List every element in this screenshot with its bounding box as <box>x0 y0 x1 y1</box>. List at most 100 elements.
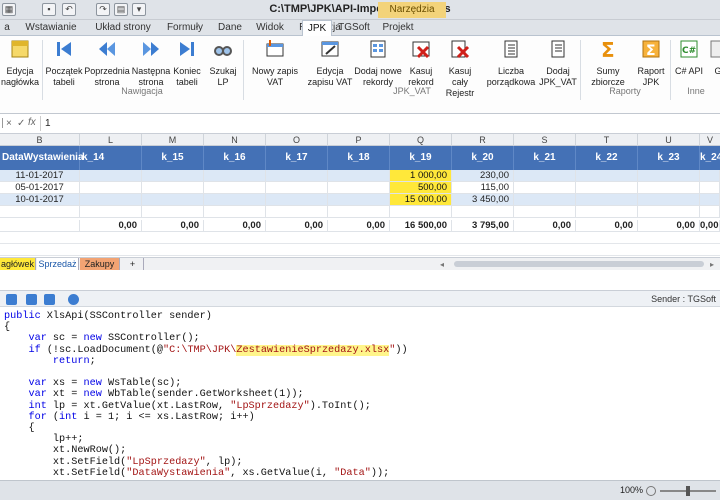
add-jpk-button[interactable]: Dodaj JPK_VAT <box>538 38 578 88</box>
jpk-report-button[interactable]: Σ Raport JPK <box>634 38 668 88</box>
tab-page-layout[interactable]: Układ strony <box>88 20 158 36</box>
column-letter[interactable]: P <box>328 134 390 146</box>
header-cell[interactable]: k_17 <box>266 146 328 170</box>
first-page-button[interactable]: Początek tabeli <box>44 38 84 88</box>
column-letter[interactable]: U <box>638 134 700 146</box>
table-cell[interactable] <box>0 206 80 218</box>
tab-home[interactable]: a <box>0 20 14 36</box>
table-cell[interactable] <box>638 182 700 194</box>
table-cell[interactable] <box>204 182 266 194</box>
table-cell[interactable] <box>576 206 638 218</box>
tab-tgsoft[interactable]: TGSoft <box>334 20 374 36</box>
column-letter[interactable]: O <box>266 134 328 146</box>
column-letter[interactable]: T <box>576 134 638 146</box>
scroll-left-icon[interactable]: ◂ <box>440 260 446 269</box>
totals-button[interactable]: Σ Sumy zbiorcze <box>582 38 634 88</box>
table-cell[interactable] <box>638 170 700 182</box>
header-cell[interactable]: k_21 <box>514 146 576 170</box>
table-cell[interactable]: 15 000,00 <box>390 194 452 206</box>
table-cell[interactable]: 0,00 <box>204 220 266 232</box>
table-cell[interactable] <box>266 182 328 194</box>
table-cell[interactable]: 3 795,00 <box>452 220 514 232</box>
table-cell[interactable] <box>576 182 638 194</box>
table-cell[interactable] <box>80 206 142 218</box>
table-cell[interactable]: 0,00 <box>514 220 576 232</box>
table-cell[interactable] <box>638 194 700 206</box>
header-cell[interactable]: k_20 <box>452 146 514 170</box>
table-cell[interactable] <box>328 194 390 206</box>
table-cell[interactable] <box>142 170 204 182</box>
add-records-button[interactable]: Dodaj nowe rekordy <box>354 38 402 88</box>
next-page-button[interactable]: Następna strona <box>130 38 172 88</box>
table-cell[interactable] <box>328 170 390 182</box>
horizontal-scrollbar[interactable] <box>454 261 704 267</box>
sheet-tab-purchases[interactable]: Zakupy <box>80 258 120 270</box>
prev-page-button[interactable]: Poprzednia strona <box>84 38 130 88</box>
scroll-right-icon[interactable]: ▸ <box>710 260 716 269</box>
table-cell[interactable] <box>576 170 638 182</box>
header-cell[interactable]: k_23 <box>638 146 700 170</box>
table-cell[interactable] <box>142 182 204 194</box>
table-cell[interactable] <box>80 182 142 194</box>
column-letter[interactable]: S <box>514 134 576 146</box>
table-cell[interactable] <box>514 182 576 194</box>
tab-insert[interactable]: Wstawianie <box>16 20 86 36</box>
column-letter[interactable]: Q <box>390 134 452 146</box>
sheet-tab-sales[interactable]: Sprzedaż <box>37 258 79 270</box>
table-cell[interactable] <box>700 182 720 194</box>
table-cell[interactable] <box>452 206 514 218</box>
table-cell[interactable] <box>204 194 266 206</box>
table-cell[interactable]: 230,00 <box>452 170 514 182</box>
table-cell[interactable] <box>700 170 720 182</box>
sheet-tab-header[interactable]: agłówek <box>0 258 36 270</box>
code-editor[interactable]: public XlsApi(SSController sender){ var … <box>0 307 720 480</box>
table-cell[interactable] <box>328 206 390 218</box>
table-cell[interactable]: 0,00 <box>638 220 700 232</box>
table-cell[interactable]: 3 450,00 <box>452 194 514 206</box>
table-cell[interactable]: 0,00 <box>328 220 390 232</box>
new-vat-button[interactable]: Nowy zapis VAT <box>246 38 304 88</box>
column-letter[interactable]: R <box>452 134 514 146</box>
toolbar-icon-2[interactable] <box>26 294 37 305</box>
ordinal-number-button[interactable]: Liczba porządkowa <box>484 38 538 88</box>
table-cell[interactable] <box>328 182 390 194</box>
table-cell[interactable] <box>204 206 266 218</box>
zoom-slider-handle[interactable] <box>686 486 690 496</box>
header-cell[interactable]: k_15 <box>142 146 204 170</box>
cancel-icon[interactable]: × <box>6 118 12 129</box>
table-cell[interactable] <box>80 170 142 182</box>
table-cell[interactable] <box>514 206 576 218</box>
csharp-api-button[interactable]: C# C# API <box>672 38 706 77</box>
column-letter[interactable]: V <box>700 134 720 146</box>
header-cell[interactable]: k_16 <box>204 146 266 170</box>
table-cell[interactable] <box>700 206 720 218</box>
table-cell[interactable]: 500,00 <box>390 182 452 194</box>
fx-icon[interactable]: fx <box>28 117 36 128</box>
header-cell[interactable]: k_24 <box>700 146 720 170</box>
toolbar-icon-3[interactable] <box>44 294 55 305</box>
table-cell[interactable]: 10-01-2017 <box>0 194 80 206</box>
column-letter[interactable]: L <box>80 134 142 146</box>
confirm-icon[interactable]: ✓ <box>17 118 25 129</box>
header-cell[interactable]: k_19 <box>390 146 452 170</box>
table-cell[interactable] <box>390 206 452 218</box>
table-cell[interactable] <box>638 206 700 218</box>
tab-view[interactable]: Widok <box>250 20 290 36</box>
add-sheet-button[interactable]: + <box>122 258 144 270</box>
table-cell[interactable] <box>204 170 266 182</box>
tab-jpk[interactable]: JPK <box>302 20 332 36</box>
last-page-button[interactable]: Koniec tabeli <box>172 38 202 88</box>
edit-header-button[interactable]: Edycja nagłówka <box>0 38 40 88</box>
tab-data[interactable]: Dane <box>212 20 248 36</box>
g-button[interactable]: G <box>708 38 720 77</box>
column-letter[interactable]: M <box>142 134 204 146</box>
table-cell[interactable] <box>576 194 638 206</box>
table-cell[interactable] <box>700 194 720 206</box>
table-cell[interactable]: 0,00 <box>266 220 328 232</box>
table-cell[interactable] <box>0 220 80 232</box>
table-cell[interactable] <box>266 170 328 182</box>
table-cell[interactable] <box>266 206 328 218</box>
header-cell[interactable]: k_14 <box>80 146 142 170</box>
table-cell[interactable]: 1 000,00 <box>390 170 452 182</box>
toolbar-icon-1[interactable] <box>6 294 17 305</box>
